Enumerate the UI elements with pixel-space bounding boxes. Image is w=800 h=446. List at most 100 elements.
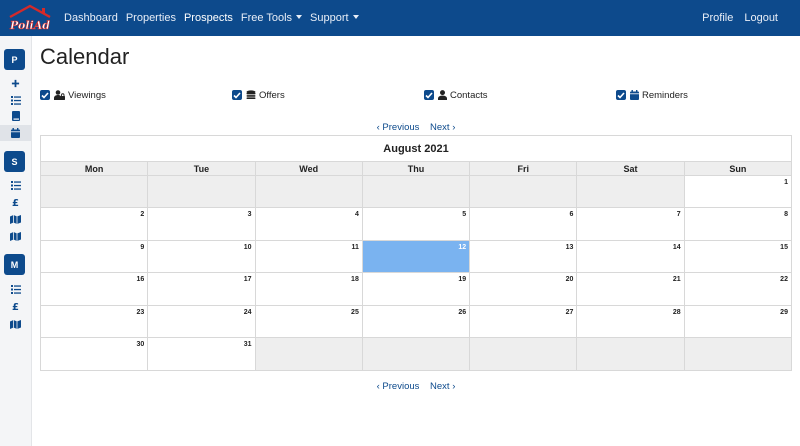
calendar-day[interactable]: 13 xyxy=(470,240,578,273)
nav-label: Prospects xyxy=(183,12,233,24)
weekday-sat: Sat xyxy=(577,162,685,175)
calendar-day-empty xyxy=(470,337,578,371)
weekday-sun: Sun xyxy=(729,164,747,174)
calendar-day[interactable]: 4 xyxy=(255,208,363,240)
brand-logo-text: PoliAd xyxy=(9,19,50,32)
user-icon xyxy=(438,90,447,100)
sidebar-group-m-button[interactable]: M xyxy=(4,254,25,275)
calendar-week: 30 31 xyxy=(41,337,791,371)
next-link[interactable]: Next › xyxy=(430,122,455,133)
calendar-day[interactable]: 17 xyxy=(148,273,256,305)
top-navbar: PoliAd Dashboard Properties Prospects Free … xyxy=(0,0,800,36)
calendar-day[interactable]: 11 xyxy=(255,240,363,273)
calendar-day[interactable]: 6 xyxy=(470,208,578,240)
day-number: 21 xyxy=(672,276,681,284)
nav-label: Support xyxy=(310,12,349,24)
nav-profile[interactable]: Profile xyxy=(702,12,733,24)
page-title: Calendar xyxy=(40,44,130,69)
brand-logo[interactable]: PoliAd xyxy=(4,3,56,33)
calendar-day[interactable]: 1 xyxy=(684,176,791,208)
filter-label: Contacts xyxy=(450,89,488,101)
day-number: 15 xyxy=(780,243,788,251)
calendar-day[interactable]: 28 xyxy=(577,305,685,337)
filter-contacts[interactable]: Contacts xyxy=(424,88,488,102)
calendar-day[interactable]: 5 xyxy=(362,208,471,240)
calendar-day[interactable]: 3 xyxy=(148,208,256,240)
sidebar-map-icon[interactable] xyxy=(0,316,31,332)
filter-checkbox[interactable] xyxy=(616,90,626,100)
calendar-day[interactable]: 2 xyxy=(41,208,149,240)
day-number: 14 xyxy=(672,243,681,251)
filter-viewings[interactable]: Viewings xyxy=(40,88,106,102)
weekday-tue: Tue xyxy=(148,162,256,175)
previous-link[interactable]: ‹ Previous xyxy=(377,122,420,133)
nav-properties[interactable]: Properties xyxy=(126,12,176,24)
main-nav: Dashboard Properties Prospects Free Tools Su… xyxy=(64,0,367,36)
calendar-day[interactable]: 27 xyxy=(470,305,578,337)
filter-checkbox[interactable] xyxy=(424,90,434,100)
calendar: August 2021 Mon Tue Wed Thu Fri Sat Sun 123456… xyxy=(40,135,792,372)
calendar-day[interactable]: 19 xyxy=(362,273,471,305)
calendar-day[interactable]: 16 xyxy=(41,273,149,305)
calendar-week: 2 3 4 5 6 7 8 xyxy=(41,208,791,241)
day-number: 24 xyxy=(243,308,252,316)
filter-checkbox[interactable] xyxy=(40,90,50,100)
calendar-day-empty xyxy=(148,176,256,208)
sidebar-pound-icon[interactable]: £ xyxy=(0,298,31,314)
day-number: 13 xyxy=(565,243,574,251)
calendar-week: 23 24 25 26 27 28 29 xyxy=(41,305,791,338)
calendar-day[interactable]: 25 xyxy=(255,305,363,337)
calendar-day[interactable]: 9 xyxy=(41,240,149,273)
calendar-day[interactable]: 20 xyxy=(470,273,578,305)
calendar-day[interactable]: 10 xyxy=(148,240,256,273)
nav-logout[interactable]: Logout xyxy=(744,12,778,24)
filter-offers[interactable]: Offers xyxy=(232,88,285,102)
calendar-day-empty xyxy=(255,337,363,371)
calendar-week: 16 17 18 19 20 21 22 xyxy=(41,273,791,306)
weekday-wed: Wed xyxy=(256,162,363,175)
previous-link[interactable]: ‹ Previous xyxy=(377,381,420,392)
day-number: 20 xyxy=(565,276,574,284)
sidebar-list-icon[interactable] xyxy=(0,281,31,297)
sidebar-map-icon[interactable] xyxy=(0,211,31,227)
user-nav: Profile Logout xyxy=(691,0,778,36)
calendar-day[interactable]: 18 xyxy=(255,273,363,305)
calendar-day-empty xyxy=(577,337,685,371)
calendar-day[interactable]: 8 xyxy=(684,208,791,240)
sidebar-group-p-button[interactable]: P xyxy=(4,49,25,70)
next-link[interactable]: Next › xyxy=(430,381,455,392)
sidebar-pound-icon[interactable]: £ xyxy=(0,194,31,210)
calendar-day-empty xyxy=(470,176,578,208)
filter-label: Viewings xyxy=(68,89,106,101)
calendar-day-today[interactable]: 12 xyxy=(362,240,471,273)
filter-checkbox[interactable] xyxy=(232,90,242,100)
calendar-day[interactable]: 29 xyxy=(684,305,791,337)
nav-dashboard[interactable]: Dashboard xyxy=(64,12,118,24)
calendar-week: 9 10 11 12 13 14 15 xyxy=(41,240,791,274)
sidebar-list-icon[interactable] xyxy=(0,92,31,108)
nav-prospects[interactable]: Prospects xyxy=(184,12,233,24)
calendar-icon xyxy=(630,90,639,100)
nav-label: Properties xyxy=(125,12,176,24)
day-number: 3 xyxy=(247,211,252,219)
calendar-day[interactable]: 30 xyxy=(41,337,149,371)
caret-down-icon xyxy=(296,15,303,19)
nav-support[interactable]: Support xyxy=(310,12,359,24)
calendar-day[interactable]: 14 xyxy=(577,240,685,273)
sidebar-group-s-button[interactable]: S xyxy=(4,151,25,172)
calendar-day[interactable]: 15 xyxy=(684,240,791,273)
filter-reminders[interactable]: Reminders xyxy=(616,88,688,102)
calendar-day[interactable]: 22 xyxy=(684,273,791,305)
day-number: 25 xyxy=(351,308,359,316)
sidebar-map-icon[interactable] xyxy=(0,228,31,244)
calendar-day[interactable]: 23 xyxy=(41,305,149,337)
calendar-day[interactable]: 21 xyxy=(577,273,685,305)
nav-free-tools[interactable]: Free Tools xyxy=(241,12,303,24)
calendar-day[interactable]: 31 xyxy=(148,337,256,371)
sidebar-plus-icon[interactable] xyxy=(0,75,31,91)
calendar-day[interactable]: 24 xyxy=(148,305,256,337)
calendar-day[interactable]: 26 xyxy=(362,305,471,337)
calendar-day[interactable]: 7 xyxy=(577,208,685,240)
sidebar-list-icon[interactable] xyxy=(0,177,31,193)
filter-label: Offers xyxy=(259,89,285,101)
